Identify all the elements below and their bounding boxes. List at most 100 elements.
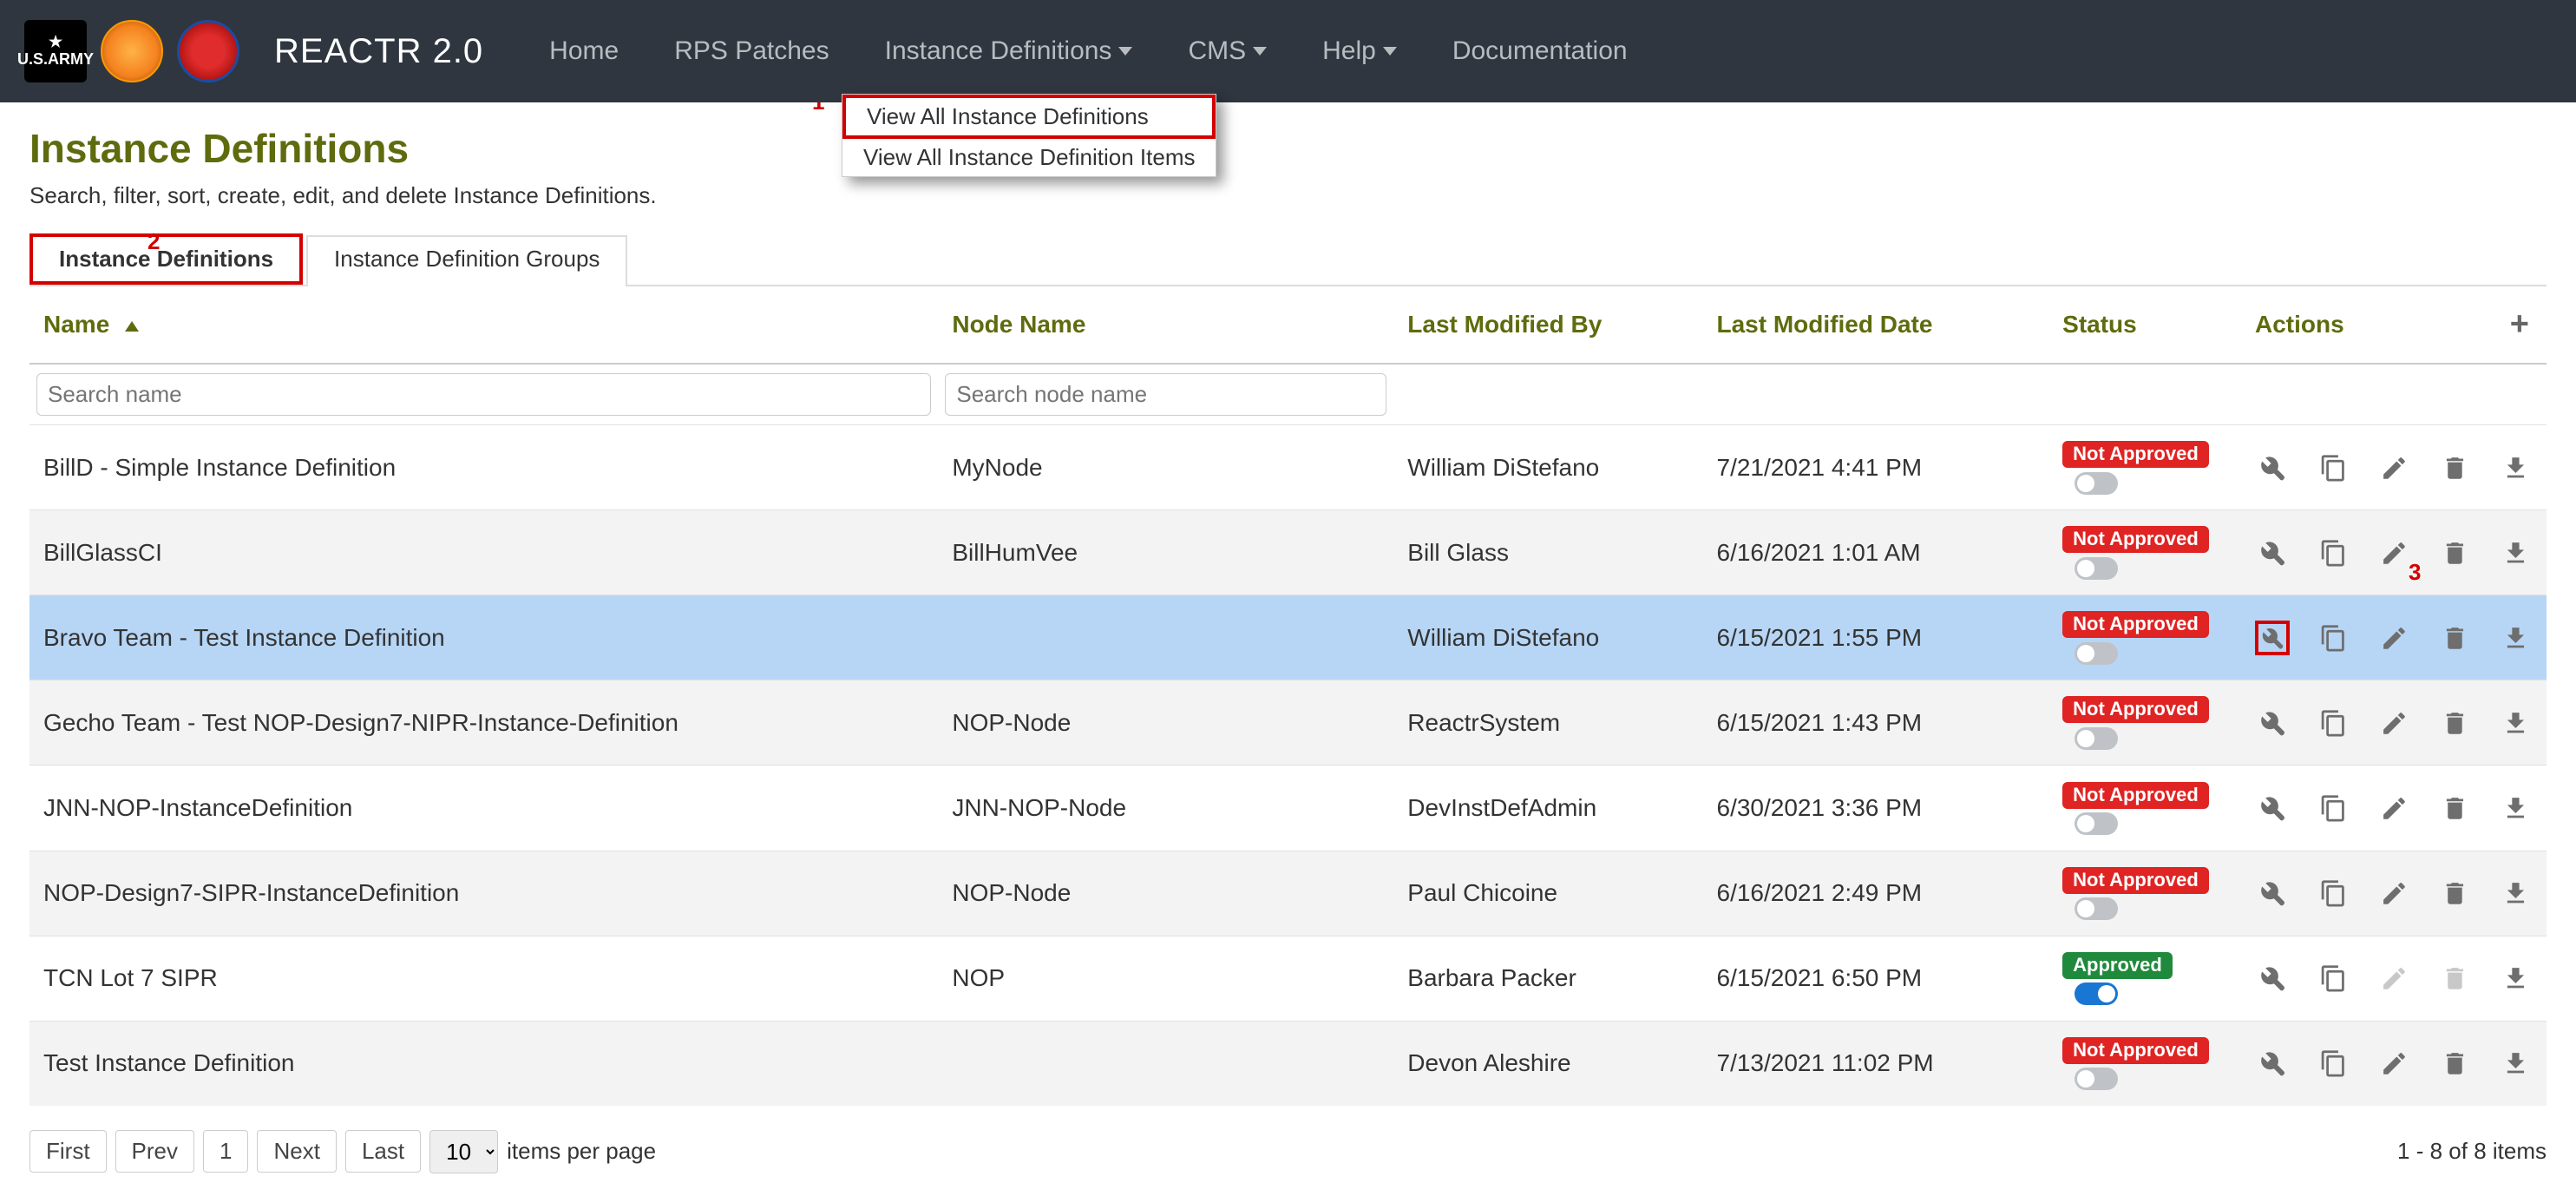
col-actions-label: Actions: [2255, 311, 2344, 338]
delete-button[interactable]: [2437, 791, 2472, 825]
pager-prev-button[interactable]: Prev: [115, 1130, 194, 1173]
delete-button[interactable]: [2437, 536, 2472, 570]
chevron-down-icon: [1118, 47, 1132, 56]
cell-node: [938, 595, 1393, 680]
configure-button[interactable]: [2255, 706, 2290, 740]
download-button[interactable]: [2498, 961, 2533, 996]
status-badge: Not Approved: [2062, 526, 2209, 553]
edit-button[interactable]: [2376, 621, 2411, 655]
nav-item-rps-patches[interactable]: RPS Patches: [674, 36, 829, 66]
nav-item-help[interactable]: Help: [1322, 36, 1397, 66]
table-row[interactable]: Bravo Team - Test Instance Definition Wi…: [29, 595, 2547, 680]
cell-modified-date: 6/16/2021 1:01 AM: [1703, 510, 2049, 595]
tabs: Instance Definitions Instance Definition…: [29, 233, 2547, 286]
edit-button: [2376, 961, 2411, 996]
approval-toggle[interactable]: [2075, 557, 2118, 580]
download-button[interactable]: [2498, 621, 2533, 655]
approval-toggle[interactable]: [2075, 472, 2118, 495]
copy-button[interactable]: [2316, 961, 2350, 996]
approval-toggle[interactable]: [2075, 1068, 2118, 1090]
download-button[interactable]: [2498, 876, 2533, 910]
delete-button[interactable]: [2437, 876, 2472, 910]
configure-button[interactable]: [2255, 791, 2290, 825]
download-button[interactable]: [2498, 791, 2533, 825]
nav-item-instance-definitions[interactable]: Instance Definitions: [885, 36, 1133, 66]
search-node-input[interactable]: [945, 373, 1386, 416]
table-row[interactable]: Gecho Team - Test NOP-Design7-NIPR-Insta…: [29, 680, 2547, 766]
definitions-table: Name Node Name Last Modified By Last Mod…: [29, 286, 2547, 1106]
download-button[interactable]: [2498, 536, 2533, 570]
configure-button[interactable]: [2255, 621, 2290, 655]
col-name-label: Name: [43, 311, 109, 338]
pager-next-button[interactable]: Next: [257, 1130, 336, 1173]
nav-item-home[interactable]: Home: [549, 36, 619, 66]
table-row[interactable]: BillGlassCI BillHumVee Bill Glass 6/16/2…: [29, 510, 2547, 595]
cell-modified-by: Paul Chicoine: [1393, 851, 1702, 936]
approval-toggle[interactable]: [2075, 897, 2118, 920]
edit-button[interactable]: [2376, 706, 2411, 740]
cell-name: BillGlassCI: [29, 510, 938, 595]
nav-item-cms[interactable]: CMS: [1188, 36, 1267, 66]
annotation-2: 2: [147, 228, 160, 255]
copy-button[interactable]: [2316, 536, 2350, 570]
col-actions-header: Actions +: [2241, 286, 2547, 364]
delete-button[interactable]: [2437, 706, 2472, 740]
table-row[interactable]: Test Instance Definition Devon Aleshire …: [29, 1021, 2547, 1106]
edit-button[interactable]: [2376, 791, 2411, 825]
table-row[interactable]: BillD - Simple Instance Definition MyNod…: [29, 425, 2547, 510]
status-badge: Not Approved: [2062, 1037, 2209, 1064]
table-row[interactable]: JNN-NOP-InstanceDefinition JNN-NOP-Node …: [29, 766, 2547, 851]
col-node-header[interactable]: Node Name: [938, 286, 1393, 364]
sort-ascending-icon: [125, 321, 139, 332]
approval-toggle[interactable]: [2075, 727, 2118, 750]
download-button[interactable]: [2498, 1046, 2533, 1081]
filter-row: [29, 364, 2547, 425]
table-row[interactable]: NOP-Design7-SIPR-InstanceDefinition NOP-…: [29, 851, 2547, 936]
approval-toggle[interactable]: [2075, 642, 2118, 665]
download-button[interactable]: [2498, 450, 2533, 485]
configure-button[interactable]: [2255, 961, 2290, 996]
configure-button[interactable]: [2255, 450, 2290, 485]
pager-first-button[interactable]: First: [29, 1130, 107, 1173]
approval-toggle[interactable]: [2075, 982, 2118, 1005]
edit-button[interactable]: [2376, 536, 2411, 570]
tab-instance-definition-groups[interactable]: Instance Definition Groups: [306, 235, 627, 286]
copy-button[interactable]: [2316, 706, 2350, 740]
cell-modified-date: 6/15/2021 1:43 PM: [1703, 680, 2049, 766]
add-definition-button[interactable]: +: [2510, 306, 2529, 344]
download-button[interactable]: [2498, 706, 2533, 740]
status-badge: Not Approved: [2062, 441, 2209, 468]
pager-page-number[interactable]: 1: [203, 1130, 248, 1173]
configure-button[interactable]: [2255, 1046, 2290, 1081]
edit-button[interactable]: [2376, 450, 2411, 485]
search-name-input[interactable]: [36, 373, 931, 416]
delete-button[interactable]: [2437, 1046, 2472, 1081]
nav-items: Home RPS Patches Instance Definitions CMS He…: [549, 36, 1627, 66]
col-modified-by-header[interactable]: Last Modified By: [1393, 286, 1702, 364]
copy-button[interactable]: [2316, 791, 2350, 825]
delete-button[interactable]: [2437, 621, 2472, 655]
edit-button[interactable]: [2376, 876, 2411, 910]
page-size-select[interactable]: 10: [429, 1130, 498, 1173]
orange-seal-icon: [101, 20, 163, 82]
cell-node: NOP-Node: [938, 680, 1393, 766]
col-modified-date-header[interactable]: Last Modified Date: [1703, 286, 2049, 364]
approval-toggle[interactable]: [2075, 812, 2118, 835]
nav-item-documentation[interactable]: Documentation: [1452, 36, 1628, 66]
copy-button[interactable]: [2316, 1046, 2350, 1081]
configure-button[interactable]: [2255, 876, 2290, 910]
copy-button[interactable]: [2316, 450, 2350, 485]
copy-button[interactable]: [2316, 621, 2350, 655]
pager-last-button[interactable]: Last: [345, 1130, 421, 1173]
copy-button[interactable]: [2316, 876, 2350, 910]
configure-button[interactable]: [2255, 536, 2290, 570]
col-name-header[interactable]: Name: [29, 286, 938, 364]
col-status-header[interactable]: Status: [2048, 286, 2241, 364]
cell-name: Bravo Team - Test Instance Definition: [29, 595, 938, 680]
edit-button[interactable]: [2376, 1046, 2411, 1081]
dropdown-view-all-definitions[interactable]: View All Instance Definitions: [842, 95, 1216, 139]
cell-node: BillHumVee: [938, 510, 1393, 595]
dropdown-view-all-definition-items[interactable]: View All Instance Definition Items: [842, 139, 1216, 176]
tab-instance-definitions[interactable]: Instance Definitions: [29, 233, 303, 285]
delete-button[interactable]: [2437, 450, 2472, 485]
